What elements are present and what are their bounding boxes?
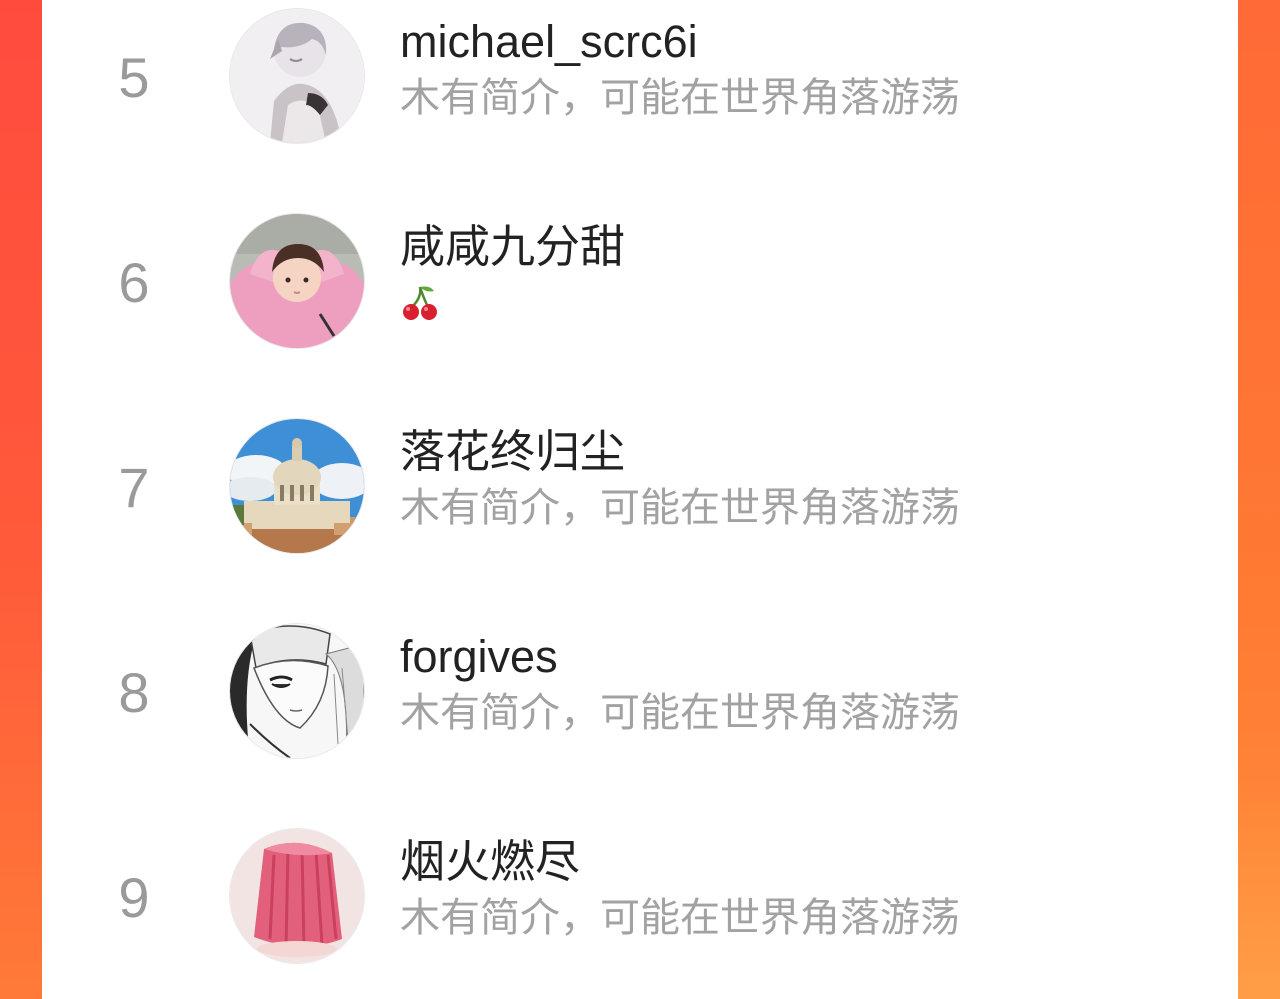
ranking-list-panel: 5 michael_scrc6i 木有简介，可能在世界角落游荡 6 咸咸九分甜 … (42, 0, 1238, 999)
user-avatar[interactable] (230, 829, 364, 963)
user-name[interactable]: 咸咸九分甜 (400, 223, 625, 271)
user-bio: 木有简介，可能在世界角落游荡 (400, 76, 960, 120)
user-bio: 木有简介，可能在世界角落游荡 (400, 896, 960, 940)
ranking-row[interactable]: 6 咸咸九分甜 (42, 207, 1238, 357)
rank-number: 5 (118, 46, 150, 109)
user-name[interactable]: forgives (400, 633, 558, 681)
user-bio: 木有简介，可能在世界角落游荡 (400, 691, 960, 735)
right-edge-glow (1238, 780, 1280, 999)
user-avatar[interactable] (230, 9, 364, 143)
rank-number: 8 (118, 661, 150, 724)
user-name[interactable]: michael_scrc6i (400, 18, 698, 66)
rank-number: 7 (118, 456, 150, 519)
user-bio: 木有简介，可能在世界角落游荡 (400, 486, 960, 530)
pink-skirt-avatar-icon (230, 829, 364, 963)
ranking-row[interactable]: 8 forgives 木有简介，可能在世界角落游荡 (42, 617, 1238, 767)
domed-building-avatar-icon (230, 419, 364, 553)
user-name[interactable]: 烟火燃尽 (400, 838, 580, 886)
ranking-row[interactable]: 9 烟火燃尽 木有简介，可能在世界角落游荡 (42, 822, 1238, 972)
manga-girl-avatar-icon (230, 624, 364, 758)
ranking-row[interactable]: 7 落花终归尘 木有简介，可能在世界角落游荡 (42, 412, 1238, 562)
cherry-emoji-icon (403, 286, 437, 320)
user-name[interactable]: 落花终归尘 (400, 428, 625, 476)
rank-number: 6 (118, 251, 150, 314)
user-avatar[interactable] (230, 624, 364, 758)
user-avatar[interactable] (230, 214, 364, 348)
ranking-row[interactable]: 5 michael_scrc6i 木有简介，可能在世界角落游荡 (42, 2, 1238, 152)
user-avatar[interactable] (230, 419, 364, 553)
rank-number: 9 (118, 866, 150, 929)
anime-boy-avatar-icon (230, 9, 364, 143)
child-photo-avatar-icon (230, 214, 364, 348)
right-gradient-edge (1238, 0, 1280, 999)
